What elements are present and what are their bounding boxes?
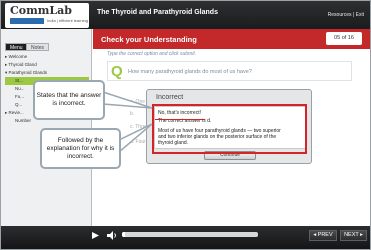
instruction-text: Type the correct option and click submit…	[107, 51, 197, 57]
next-button[interactable]: NEXT ▸	[340, 230, 367, 241]
highlight-underline	[155, 119, 205, 120]
modal-title: Incorrect	[156, 94, 184, 101]
progress-fill	[122, 232, 125, 237]
tab-notes[interactable]: Notes	[26, 43, 50, 51]
callout-explanation: Followed by the explanation for why it i…	[40, 128, 121, 169]
menu-item-welcome[interactable]: ▸ Welcome	[5, 53, 89, 61]
header-link-separator: |	[352, 12, 355, 18]
option-b[interactable]: b.	[130, 111, 134, 117]
commlab-logo: CommLab India | efficient learning	[5, 3, 89, 28]
prev-button[interactable]: ◂ PREV	[309, 230, 337, 241]
option-d[interactable]: d. Four	[130, 139, 146, 145]
resources-link[interactable]: Resources	[328, 12, 352, 18]
course-title: The Thyroid and Parathyroid Glands	[97, 9, 218, 16]
play-icon[interactable]	[89, 230, 101, 241]
content-title-bar: Check your Understanding 05 of 16	[93, 29, 370, 49]
question-glyph: Q	[111, 63, 123, 80]
tab-menu[interactable]: Menu	[5, 43, 28, 51]
menu-item-parathyroid-glands[interactable]: ▾ Parathyroid Glands	[5, 69, 89, 77]
header-links: Resources | Exit	[328, 12, 364, 18]
volume-icon[interactable]	[106, 230, 118, 241]
logo-subtitle: India | efficient learning	[47, 18, 88, 23]
menu-item-thyroid-gland[interactable]: ▸ Thyroid Gland	[5, 61, 89, 69]
page-title: Check your Understanding	[101, 35, 197, 44]
option-a[interactable]: a. One	[130, 99, 145, 105]
progress-bar[interactable]	[122, 232, 258, 237]
page-number: 05 of 16	[326, 32, 362, 45]
exit-link[interactable]: Exit	[356, 12, 364, 18]
callout-incorrect: States that the answer is incorrect.	[33, 80, 105, 120]
highlight-outline	[152, 104, 307, 154]
logo-text: CommLab	[10, 4, 72, 17]
logo-bar-decoration	[10, 18, 44, 24]
question-text: How many parathyroid glands do most of u…	[128, 69, 252, 75]
header-bar: CommLab India | efficient learning The T…	[1, 1, 370, 29]
question-box: Q How many parathyroid glands do most of…	[107, 61, 352, 81]
